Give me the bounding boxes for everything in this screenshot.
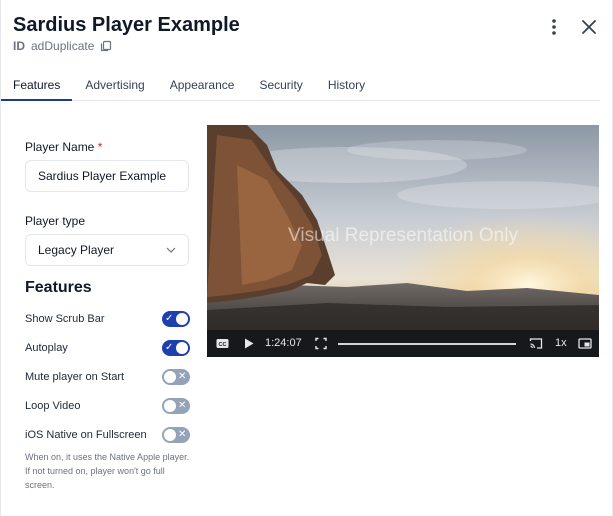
more-options-icon[interactable] [547, 17, 561, 37]
copy-icon[interactable] [100, 40, 112, 52]
player-name-input[interactable] [38, 169, 176, 183]
video-preview: Visual Representation Only CC 1:24:07 1x [207, 125, 599, 357]
page-title: Sardius Player Example [13, 14, 240, 36]
x-icon: ✕ [178, 371, 187, 382]
check-icon: ✓ [165, 313, 174, 324]
toggle-knob [164, 371, 176, 383]
fullscreen-icon[interactable] [315, 337, 327, 350]
feature-row-loop-video: Loop Video ✕ [25, 398, 191, 416]
feature-row-scrub-bar: Show Scrub Bar ✓ [25, 311, 191, 329]
player-name-field[interactable] [25, 160, 189, 192]
toggle-knob [176, 342, 188, 354]
player-type-select[interactable]: Legacy Player [25, 234, 189, 266]
x-icon: ✕ [178, 429, 187, 440]
closed-captions-icon[interactable]: CC [216, 337, 229, 350]
close-icon[interactable] [579, 17, 599, 37]
feature-label: iOS Native on Fullscreen [25, 429, 147, 441]
features-heading: Features [25, 279, 92, 296]
scrub-bar[interactable] [338, 343, 516, 345]
toggle-show-scrub-bar[interactable]: ✓ [162, 311, 190, 327]
feature-row-autoplay: Autoplay ✓ [25, 340, 191, 358]
visual-representation-overlay: Visual Representation Only [288, 225, 518, 246]
id-value: adDuplicate [31, 39, 95, 53]
toggle-loop-video[interactable]: ✕ [162, 398, 190, 414]
toggle-autoplay[interactable]: ✓ [162, 340, 190, 356]
player-type-label: Player type [25, 214, 86, 228]
toggle-knob [164, 429, 176, 441]
x-icon: ✕ [178, 400, 187, 411]
feature-label: Autoplay [25, 342, 68, 354]
feature-label: Mute player on Start [25, 371, 125, 383]
required-mark: * [97, 140, 103, 154]
tab-security[interactable]: Security [259, 70, 302, 100]
player-settings-panel: Sardius Player Example ID adDuplicate Fe… [0, 0, 613, 516]
player-id-line: ID adDuplicate [13, 39, 112, 53]
feature-row-ios-native-fullscreen: iOS Native on Fullscreen ✕ [25, 427, 191, 445]
feature-label: Loop Video [25, 400, 81, 412]
toggle-ios-native-fullscreen[interactable]: ✕ [162, 427, 190, 443]
feature-row-mute-on-start: Mute player on Start ✕ [25, 369, 191, 387]
tab-history[interactable]: History [328, 70, 365, 100]
toggle-knob [164, 400, 176, 412]
id-label: ID [13, 39, 25, 53]
playback-speed-button[interactable]: 1x [555, 337, 567, 349]
player-name-label-text: Player Name [25, 140, 95, 154]
cast-icon[interactable] [529, 337, 543, 350]
toggle-mute-player-on-start[interactable]: ✕ [162, 369, 190, 385]
toggle-knob [176, 313, 188, 325]
tab-bar: Features Advertising Appearance Security… [0, 70, 600, 101]
player-type-value: Legacy Player [38, 243, 115, 257]
feature-label: Show Scrub Bar [25, 313, 105, 325]
chevron-down-icon [166, 247, 176, 253]
play-icon[interactable] [243, 337, 255, 350]
video-control-bar: CC 1:24:07 1x [207, 330, 599, 357]
check-icon: ✓ [165, 342, 174, 353]
tab-appearance[interactable]: Appearance [170, 70, 235, 100]
tab-advertising[interactable]: Advertising [85, 70, 144, 100]
tab-features[interactable]: Features [0, 70, 73, 101]
svg-text:CC: CC [219, 342, 227, 348]
ios-native-help-text: When on, it uses the Native Apple player… [25, 452, 190, 490]
playback-time: 1:24:07 [265, 337, 302, 349]
picture-in-picture-icon[interactable] [578, 337, 592, 350]
player-name-label: Player Name * [25, 140, 102, 154]
